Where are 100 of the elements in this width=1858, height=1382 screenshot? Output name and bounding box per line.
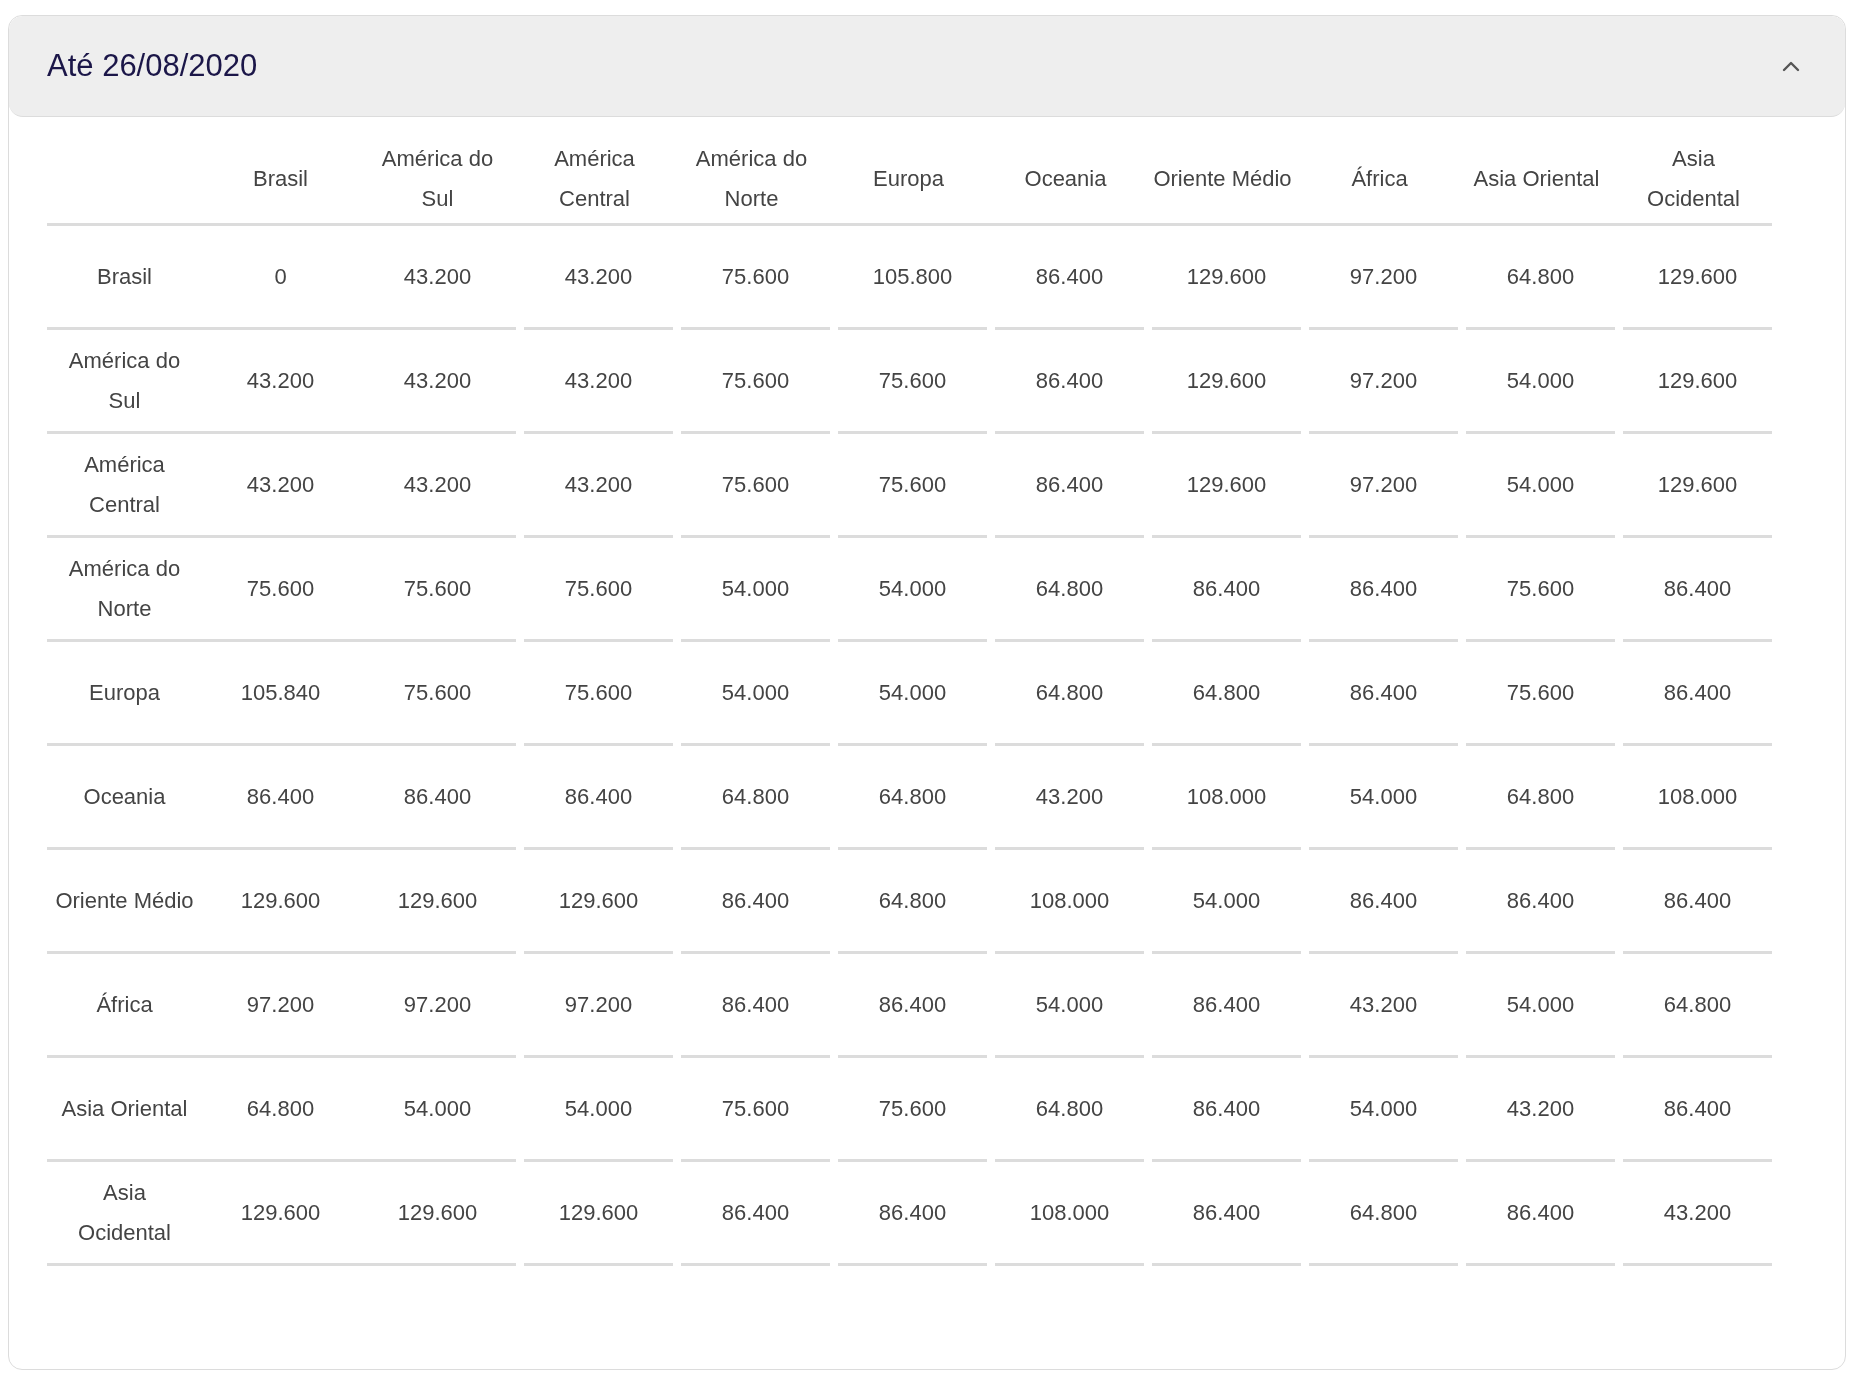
- table-cell: 75.600: [681, 226, 830, 330]
- table-cell: 54.000: [1466, 434, 1615, 538]
- column-header: Oceania: [1024, 165, 1107, 193]
- table-cell: 43.200: [359, 330, 516, 434]
- table-cell: 75.600: [359, 642, 516, 746]
- table-cell: 75.600: [838, 434, 987, 538]
- table-cell: 43.200: [524, 330, 673, 434]
- table-cell: 86.400: [681, 850, 830, 954]
- table-cell: 54.000: [1309, 1058, 1458, 1162]
- table-cell: 64.800: [202, 1058, 359, 1162]
- table-cell: 43.200: [995, 746, 1144, 850]
- table-cell: 105.840: [202, 642, 359, 746]
- table-cell: 54.000: [681, 538, 830, 642]
- row-header: Oriente Médio: [47, 850, 202, 954]
- table-cell: 129.600: [524, 850, 673, 954]
- table-cell: 64.800: [1623, 954, 1772, 1058]
- column-header: Oriente Médio: [1153, 165, 1292, 193]
- table-cell: 86.400: [1623, 850, 1772, 954]
- row-header: África: [47, 954, 202, 1058]
- column-header: América Central: [553, 145, 636, 213]
- table-cell: 86.400: [1309, 850, 1458, 954]
- table-cell: 54.000: [1309, 746, 1458, 850]
- row-header: Brasil: [47, 226, 202, 330]
- table-cell: 108.000: [995, 850, 1144, 954]
- table-cell: 64.800: [838, 746, 987, 850]
- table-cell: 43.200: [1466, 1058, 1615, 1162]
- table-cell: 86.400: [359, 746, 516, 850]
- table-cell: 75.600: [524, 538, 673, 642]
- table-cell: 75.600: [202, 538, 359, 642]
- table-cell: 75.600: [359, 538, 516, 642]
- row-header: Asia Ocidental: [47, 1162, 202, 1266]
- table-cell: 86.400: [1152, 538, 1301, 642]
- table-cell: 86.400: [1309, 538, 1458, 642]
- table-cell: 64.800: [838, 850, 987, 954]
- table-cell: 43.200: [359, 226, 516, 330]
- table-cell: 86.400: [995, 330, 1144, 434]
- row-header: Asia Oriental: [47, 1058, 202, 1162]
- table-cell: 43.200: [524, 226, 673, 330]
- table-cell: 0: [202, 226, 359, 330]
- table-cell: 105.800: [838, 226, 987, 330]
- table-cell: 129.600: [1623, 330, 1772, 434]
- table-cell: 108.000: [1152, 746, 1301, 850]
- table-cell: 86.400: [681, 1162, 830, 1266]
- table-cell: 86.400: [995, 434, 1144, 538]
- chevron-icon[interactable]: [1781, 60, 1801, 72]
- table-cell: 129.600: [359, 1162, 516, 1266]
- table-cell: 64.800: [1152, 642, 1301, 746]
- table-cell: 86.400: [524, 746, 673, 850]
- table-cell: 129.600: [524, 1162, 673, 1266]
- table-cell: 75.600: [1466, 642, 1615, 746]
- table-cell: 75.600: [838, 330, 987, 434]
- table-cell: 54.000: [524, 1058, 673, 1162]
- table-cell: 129.600: [1152, 226, 1301, 330]
- column-header: África: [1351, 165, 1408, 193]
- table-cell: 43.200: [1623, 1162, 1772, 1266]
- row-header: Oceania: [47, 746, 202, 850]
- table-cell: 108.000: [995, 1162, 1144, 1266]
- row-header: América do Norte: [47, 538, 202, 642]
- column-header: Asia Oriental: [1473, 165, 1600, 193]
- table-cell: 75.600: [1466, 538, 1615, 642]
- panel-header[interactable]: Até 26/08/2020: [9, 16, 1845, 117]
- table-cell: 75.600: [524, 642, 673, 746]
- table-cell: 86.400: [1623, 1058, 1772, 1162]
- table-cell: 54.000: [995, 954, 1144, 1058]
- table-cell: 86.400: [1466, 850, 1615, 954]
- table-cell: 43.200: [1309, 954, 1458, 1058]
- row-header: América Central: [47, 434, 202, 538]
- table-cell: 54.000: [1466, 330, 1615, 434]
- table-cell: 86.400: [1466, 1162, 1615, 1266]
- table-cell: 64.800: [995, 1058, 1144, 1162]
- table-cell: 64.800: [681, 746, 830, 850]
- table-cell: 43.200: [202, 434, 359, 538]
- column-header: Europa: [873, 165, 944, 193]
- row-header: América do Sul: [47, 330, 202, 434]
- table-cell: 43.200: [202, 330, 359, 434]
- table-cell: 97.200: [1309, 226, 1458, 330]
- table-cell: 129.600: [202, 1162, 359, 1266]
- table-cell: 86.400: [838, 1162, 987, 1266]
- table-cell: 64.800: [1309, 1162, 1458, 1266]
- table-cell: 75.600: [681, 434, 830, 538]
- table-cell: 97.200: [1309, 434, 1458, 538]
- table-cell: 129.600: [1152, 434, 1301, 538]
- table-cell: 129.600: [1623, 434, 1772, 538]
- table-cell: 86.400: [1152, 954, 1301, 1058]
- table-cell: 129.600: [359, 850, 516, 954]
- row-header: Europa: [47, 642, 202, 746]
- table-cell: 97.200: [1309, 330, 1458, 434]
- table-cell: 43.200: [524, 434, 673, 538]
- table-cell: 64.800: [995, 642, 1144, 746]
- table-cell: 54.000: [681, 642, 830, 746]
- column-header: Brasil: [253, 165, 308, 193]
- table-cell: 129.600: [1152, 330, 1301, 434]
- table-cell: 86.400: [1623, 538, 1772, 642]
- column-header: América do Norte: [694, 145, 809, 213]
- table-cell: 86.400: [838, 954, 987, 1058]
- table-cell: 54.000: [838, 538, 987, 642]
- table-cell: 86.400: [1152, 1162, 1301, 1266]
- table-cell: 86.400: [681, 954, 830, 1058]
- table-cell: 97.200: [202, 954, 359, 1058]
- table-cell: 54.000: [359, 1058, 516, 1162]
